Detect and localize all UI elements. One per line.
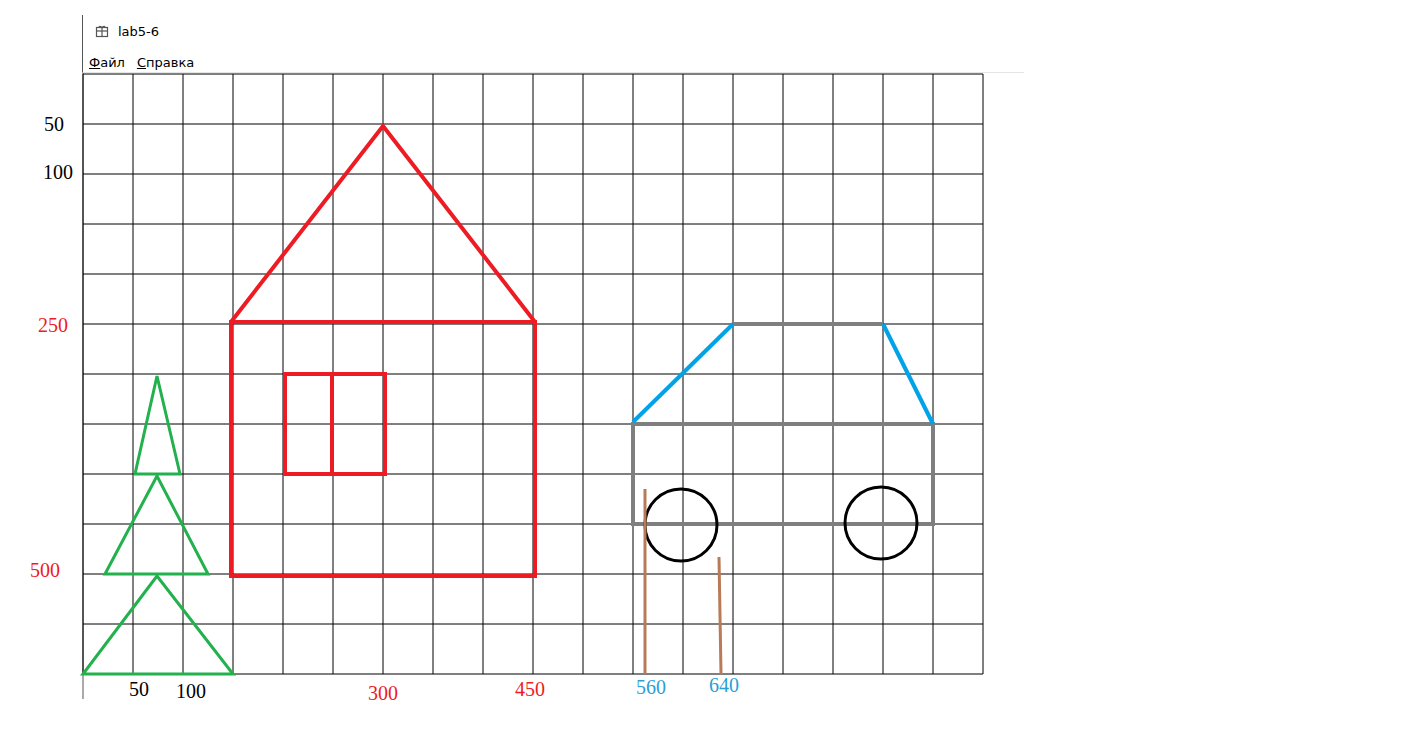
x-axis-label: 300 (368, 682, 398, 704)
x-axis-label: 100 (176, 680, 206, 702)
app-icon (95, 24, 109, 38)
shape-line (633, 324, 733, 422)
shape-line (330, 374, 334, 474)
grid-line (83, 124, 983, 125)
tree (83, 376, 233, 674)
x-axis-label: 450 (515, 678, 545, 700)
window-title: lab5-6 (118, 24, 159, 39)
y-axis-label: 500 (30, 559, 60, 581)
house (231, 126, 535, 576)
shape-outline (633, 424, 933, 524)
x-axis-label: 640 (709, 674, 739, 696)
grid-line (83, 224, 983, 225)
shape-line (883, 324, 933, 424)
shape-outline (285, 374, 385, 474)
x-axis-label: 50 (129, 678, 149, 700)
grid (83, 74, 983, 674)
y-axis-label: 250 (38, 314, 68, 336)
menu-item[interactable]: Справка (137, 49, 194, 70)
posts (645, 489, 721, 674)
drawing-canvas: 50 100 250 500 50 100 300 450 560 640 (0, 73, 1424, 738)
window-edge (83, 73, 84, 699)
shape-outline (135, 376, 180, 474)
shape-outline (105, 476, 208, 574)
shape-line (719, 557, 721, 674)
shape-outline (231, 322, 535, 576)
shape-outline (83, 576, 233, 674)
shape-line (231, 126, 535, 322)
grid-line (83, 174, 983, 175)
wheel (845, 487, 917, 559)
x-axis-label: 560 (636, 676, 666, 698)
grid-line (83, 274, 983, 275)
grid-line (83, 74, 983, 75)
grid-line (333, 74, 334, 674)
title-bar: lab5-6 (82, 15, 1424, 47)
y-axis-label: 50 (44, 113, 64, 135)
wheel (645, 489, 717, 561)
shape-line (733, 322, 883, 326)
y-axis-label: 100 (43, 161, 73, 183)
app-window: lab5-6 Файл Справка 50 100 250 500 50 100 300 45… (0, 0, 1424, 739)
wheels (645, 487, 917, 561)
shape-line (644, 489, 647, 674)
car-body (633, 324, 933, 524)
grid-line (83, 624, 983, 625)
menu-bar: Файл Справка (82, 47, 1024, 73)
car-windows (633, 324, 933, 424)
menu-item[interactable]: Файл (89, 49, 125, 70)
